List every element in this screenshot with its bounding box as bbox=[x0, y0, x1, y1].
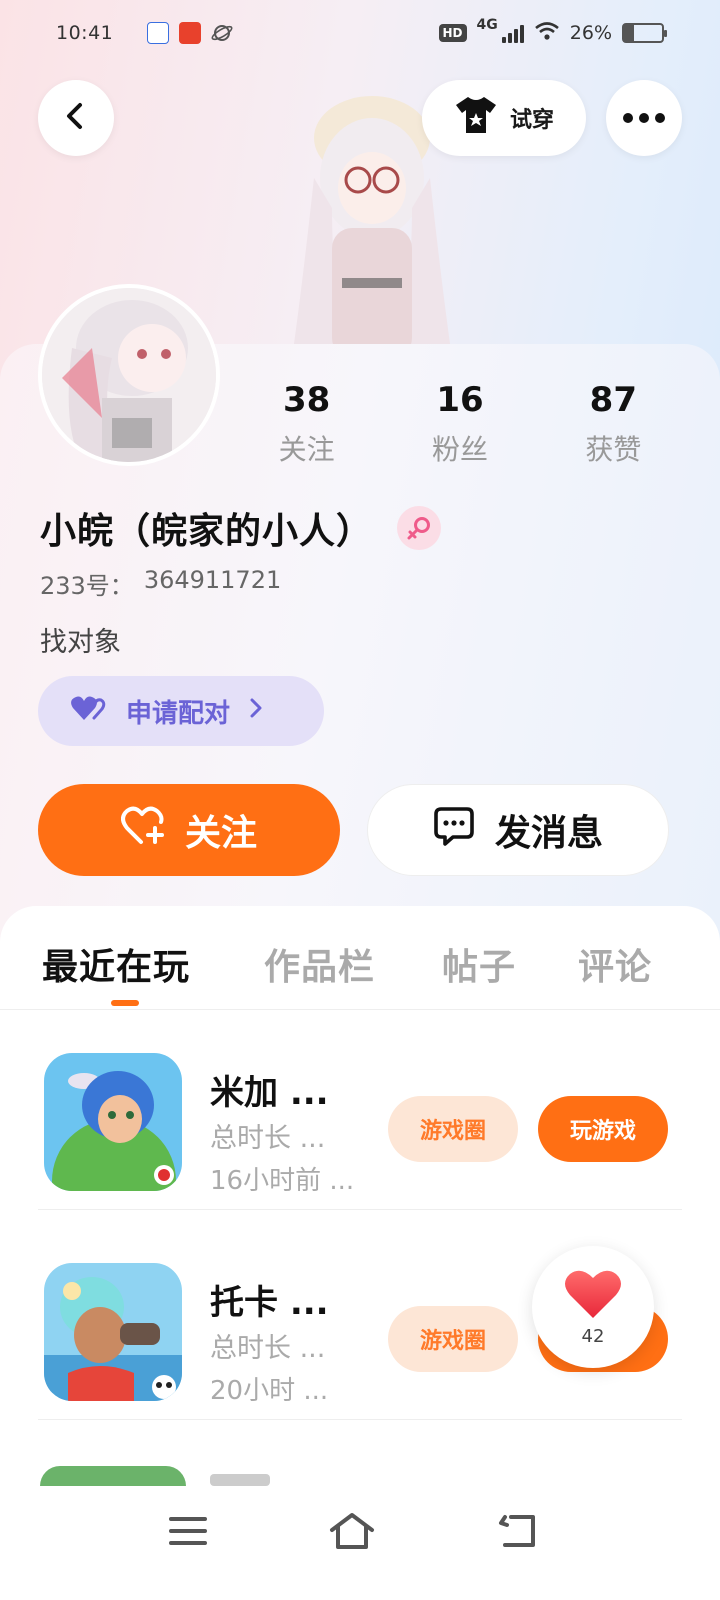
follow-button[interactable]: 关注 bbox=[38, 784, 340, 876]
user-id: 233号： 364911721 bbox=[40, 566, 281, 601]
top-navigation: 试穿 bbox=[38, 80, 682, 156]
heart-plus-icon bbox=[120, 806, 167, 855]
follow-label: 关注 bbox=[184, 813, 257, 854]
back-button[interactable] bbox=[38, 80, 114, 156]
like-count: 42 bbox=[581, 1325, 605, 1347]
stat-likes[interactable]: 87 获赞 bbox=[537, 378, 690, 468]
stat-label: 获赞 bbox=[585, 433, 642, 466]
game-circle-button[interactable]: 游戏圈 bbox=[388, 1096, 518, 1162]
game-name: 米加 ... bbox=[210, 1073, 329, 1113]
system-navigation-bar bbox=[0, 1486, 720, 1600]
battery-icon bbox=[622, 23, 667, 43]
stat-followers[interactable]: 16 粉丝 bbox=[383, 378, 536, 468]
stat-value: 87 bbox=[589, 380, 637, 420]
game-icon-toca[interactable] bbox=[44, 1263, 182, 1401]
name-row: 小皖（皖家的小人） bbox=[40, 502, 442, 554]
network-type: 4G bbox=[476, 16, 498, 33]
tab-works[interactable]: 作品栏 bbox=[264, 938, 375, 990]
floating-like-button[interactable]: 42 bbox=[532, 1246, 654, 1368]
user-bio: 找对象 bbox=[40, 627, 121, 658]
heart-icon bbox=[564, 1268, 622, 1324]
game-last-played: 16小时前 ... bbox=[210, 1166, 355, 1196]
home-icon bbox=[328, 1512, 376, 1554]
game-circle-button[interactable]: 游戏圈 bbox=[388, 1306, 518, 1372]
profile-stats: 38 关注 16 粉丝 87 获赞 bbox=[230, 378, 690, 468]
game-name: 托卡 ... bbox=[210, 1283, 329, 1323]
menu-button[interactable] bbox=[158, 1508, 218, 1558]
hd-badge: HD bbox=[438, 24, 467, 42]
request-match-label: 申请配对 bbox=[126, 698, 231, 729]
game-list-item[interactable]: 米加 ... 总时长 ... 16小时前 ... 游戏圈 玩游戏 bbox=[0, 1010, 720, 1210]
game-playtime: 总时长 ... bbox=[210, 1333, 326, 1364]
stat-value: 16 bbox=[436, 380, 484, 420]
send-message-button[interactable]: 发消息 bbox=[367, 784, 669, 876]
user-id-value: 364911721 bbox=[143, 566, 282, 594]
profile-tabs: 最近在玩 作品栏 帖子 评论 bbox=[0, 906, 720, 1010]
wifi-icon bbox=[534, 21, 560, 46]
divider bbox=[38, 1209, 682, 1210]
chevron-right-icon bbox=[248, 696, 264, 726]
user-id-label: 233号： bbox=[40, 572, 134, 600]
try-on-button[interactable]: 试穿 bbox=[422, 80, 586, 156]
hamburger-icon bbox=[168, 1515, 208, 1551]
stat-value: 38 bbox=[283, 380, 331, 420]
active-tab-indicator bbox=[111, 1000, 139, 1006]
game-icon-miga[interactable] bbox=[44, 1053, 182, 1191]
signal-icon bbox=[501, 23, 524, 43]
play-game-button[interactable]: 玩游戏 bbox=[538, 1096, 668, 1162]
battery-percent: 26% bbox=[569, 22, 612, 44]
game-playtime: 总时长 ... bbox=[210, 1123, 326, 1154]
user-avatar[interactable] bbox=[38, 284, 220, 466]
chevron-left-icon bbox=[61, 101, 91, 135]
tab-comments[interactable]: 评论 bbox=[578, 938, 652, 990]
female-gender-icon bbox=[397, 506, 442, 550]
stat-label: 关注 bbox=[278, 433, 335, 466]
tab-posts[interactable]: 帖子 bbox=[442, 938, 516, 990]
stat-following[interactable]: 38 关注 bbox=[230, 378, 383, 468]
more-options-button[interactable] bbox=[606, 80, 682, 156]
request-match-button[interactable]: 申请配对 bbox=[38, 676, 324, 746]
return-icon bbox=[497, 1513, 539, 1553]
stat-label: 粉丝 bbox=[431, 433, 488, 466]
game-name-partial bbox=[210, 1474, 270, 1486]
tshirt-icon bbox=[454, 95, 498, 141]
tab-recently-played[interactable]: 最近在玩 bbox=[42, 938, 190, 990]
baidu-app-icon bbox=[147, 22, 170, 44]
status-bar: 10:41 HD 4G 26% bbox=[0, 0, 720, 66]
shopping-app-icon bbox=[179, 22, 202, 44]
status-notification-icons bbox=[147, 22, 233, 44]
divider bbox=[38, 1419, 682, 1420]
try-on-label: 试穿 bbox=[509, 108, 554, 133]
planet-app-icon bbox=[211, 22, 233, 44]
send-message-label: 发消息 bbox=[494, 813, 603, 854]
username: 小皖（皖家的小人） bbox=[40, 511, 374, 552]
status-right-indicators: HD 4G 26% bbox=[438, 17, 667, 46]
double-heart-icon bbox=[70, 694, 108, 729]
back-system-button[interactable] bbox=[488, 1508, 548, 1558]
chat-bubble-icon bbox=[433, 806, 475, 855]
status-time: 10:41 bbox=[56, 22, 114, 44]
home-button[interactable] bbox=[322, 1508, 382, 1558]
game-last-played: 20小时 ... bbox=[210, 1376, 329, 1406]
more-dots-icon bbox=[622, 109, 666, 128]
battery-fill bbox=[624, 25, 634, 41]
